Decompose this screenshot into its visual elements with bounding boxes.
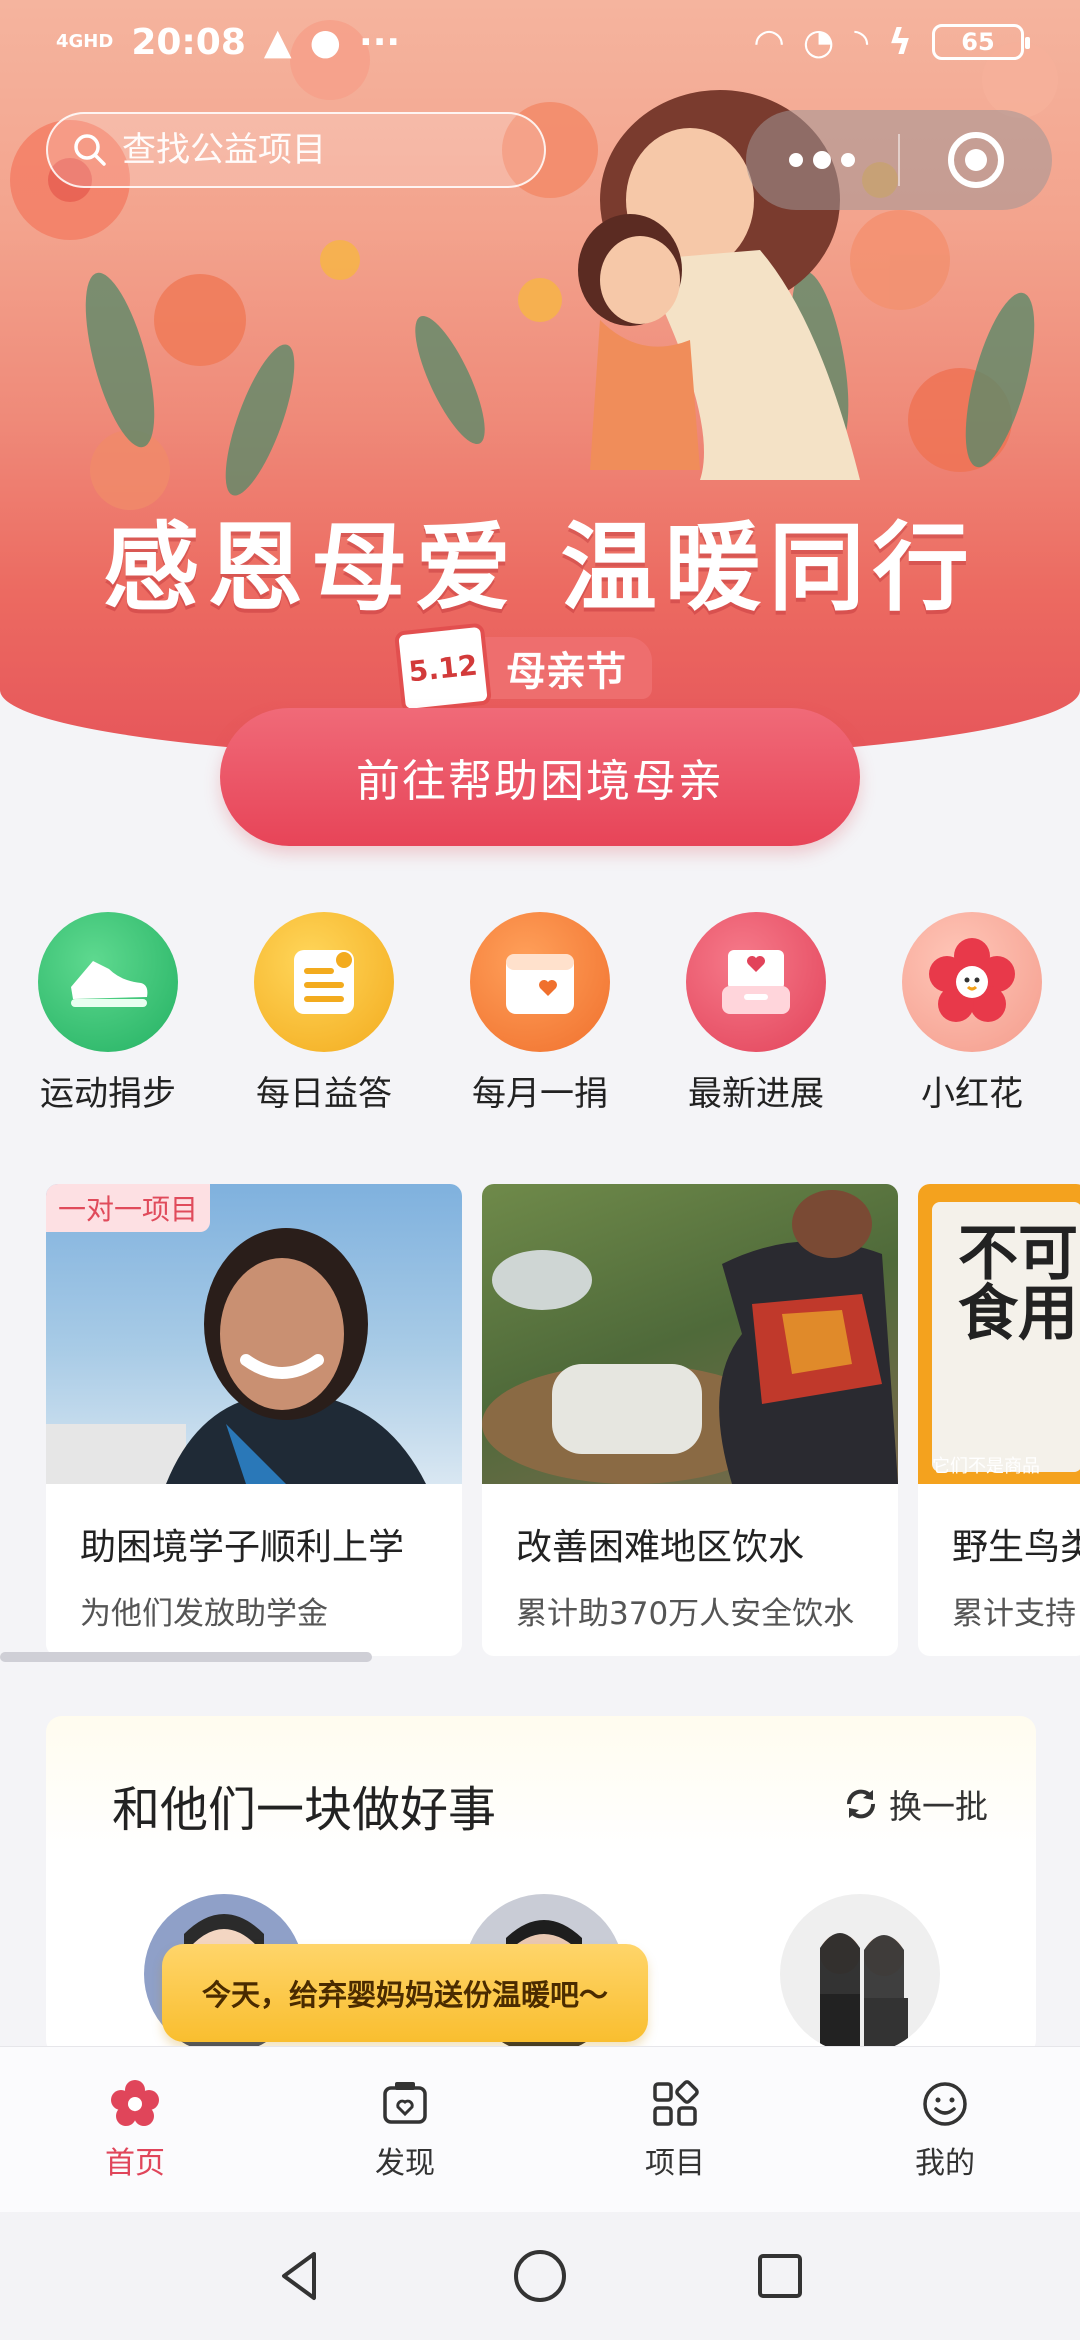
project-title: 改善困难地区饮水: [516, 1527, 805, 1568]
more-notifications-icon: ···: [359, 21, 401, 63]
recents-icon[interactable]: [750, 2246, 810, 2306]
action-little-red-flower[interactable]: 小红花: [872, 912, 1072, 1115]
one-on-one-tag: 一对一项目: [46, 1184, 211, 1232]
help-mothers-button[interactable]: 前往帮助困境母亲: [220, 708, 860, 846]
search-bar[interactable]: [46, 112, 546, 188]
action-sport-steps[interactable]: 运动捐步: [8, 912, 208, 1115]
poster-title: 不可食用: [958, 1219, 1078, 1349]
inbox-heart-icon: [686, 912, 826, 1052]
calendar-heart-icon: [470, 912, 610, 1052]
notification-icon: ▲: [263, 21, 292, 63]
flower-icon: [111, 2079, 159, 2126]
back-icon[interactable]: [270, 2246, 330, 2306]
tab-discover[interactable]: 发现: [270, 2047, 540, 2212]
headset-icon: ◠: [755, 21, 783, 63]
hero-banner[interactable]: 4GHD 20:08 ▲ ● ··· ◠ ◔ ◝ ϟ 65 感恩母爱 温暖同行 …: [0, 0, 1080, 760]
smile-icon: [923, 2081, 967, 2126]
project-subtitle: 累计支持: [952, 1596, 1076, 1632]
search-input[interactable]: [122, 130, 502, 170]
mini-program-capsule: [746, 110, 1052, 210]
charging-icon: ϟ: [888, 21, 912, 63]
action-monthly-donation[interactable]: 每月一捐: [440, 912, 640, 1115]
discover-icon: [383, 2081, 427, 2124]
clock: 20:08: [131, 21, 246, 63]
status-bar: 4GHD 20:08 ▲ ● ··· ◠ ◔ ◝ ϟ 65: [0, 0, 1080, 84]
tab-projects[interactable]: 项目: [540, 2047, 810, 2212]
tab-home[interactable]: 首页: [0, 2047, 270, 2212]
quick-actions: 运动捐步 每日益答 每月一捐 最新进展 小红花: [0, 912, 1080, 1115]
hero-title: 感恩母爱 温暖同行: [103, 511, 977, 624]
action-daily-quiz[interactable]: 每日益答: [224, 912, 424, 1115]
section-title: 和他们一块做好事: [112, 1782, 497, 1838]
bottom-tab-bar: 首页 发现 项目 我的: [0, 2046, 1080, 2212]
message-icon: ●: [309, 21, 342, 63]
grid-icon: [653, 2079, 699, 2126]
tooltip-bubble[interactable]: 今天，给弃婴妈妈送份温暖吧～: [162, 1944, 648, 2042]
project-carousel[interactable]: 一对一项目 助困境学子顺利上学 为他们发放助学金 改善困难地区饮水 累计助370…: [46, 1184, 1080, 1656]
target-icon: [948, 132, 1004, 188]
home-icon[interactable]: [510, 2246, 570, 2306]
birds-poster: 不可食用 它们不是商品: [918, 1184, 1080, 1484]
festival-tag: 母亲节: [476, 637, 652, 699]
student-photo: 一对一项目: [46, 1184, 462, 1484]
avatar[interactable]: [780, 1894, 940, 2054]
poster-caption: 它们不是商品: [932, 1456, 1040, 1477]
refresh-icon: [846, 1789, 876, 1819]
project-subtitle: 累计助370万人安全饮水: [516, 1596, 855, 1632]
action-latest-progress[interactable]: 最新进展: [656, 912, 856, 1115]
close-program-button[interactable]: [900, 132, 1052, 188]
network-indicator: 4GHD: [56, 31, 114, 52]
refresh-button[interactable]: 换一批: [841, 1780, 988, 1828]
project-title: 野生鸟类: [952, 1527, 1080, 1568]
project-title: 助困境学子顺利上学: [80, 1527, 405, 1568]
system-navigation-bar: [0, 2212, 1080, 2340]
battery-indicator: 65: [932, 24, 1030, 60]
festival-badge: 5.12 母亲节: [393, 622, 652, 714]
project-subtitle: 为他们发放助学金: [80, 1596, 328, 1632]
wifi-icon: ◝: [854, 21, 869, 63]
carousel-scroll-indicator: [0, 1652, 372, 1662]
calendar-date-icon: 5.12: [393, 622, 493, 714]
more-menu-button[interactable]: [746, 110, 898, 210]
water-photo: [482, 1184, 898, 1484]
search-icon: [74, 134, 106, 166]
project-card-student[interactable]: 一对一项目 助困境学子顺利上学 为他们发放助学金: [46, 1184, 462, 1656]
project-card-water[interactable]: 改善困难地区饮水 累计助370万人安全饮水: [482, 1184, 898, 1656]
notepad-icon: [254, 912, 394, 1052]
project-card-birds[interactable]: 不可食用 它们不是商品 野生鸟类 累计支持: [918, 1184, 1080, 1656]
alarm-icon: ◔: [802, 21, 835, 63]
tab-mine[interactable]: 我的: [810, 2047, 1080, 2212]
sneaker-icon: [38, 912, 178, 1052]
red-flower-icon: [902, 912, 1042, 1052]
